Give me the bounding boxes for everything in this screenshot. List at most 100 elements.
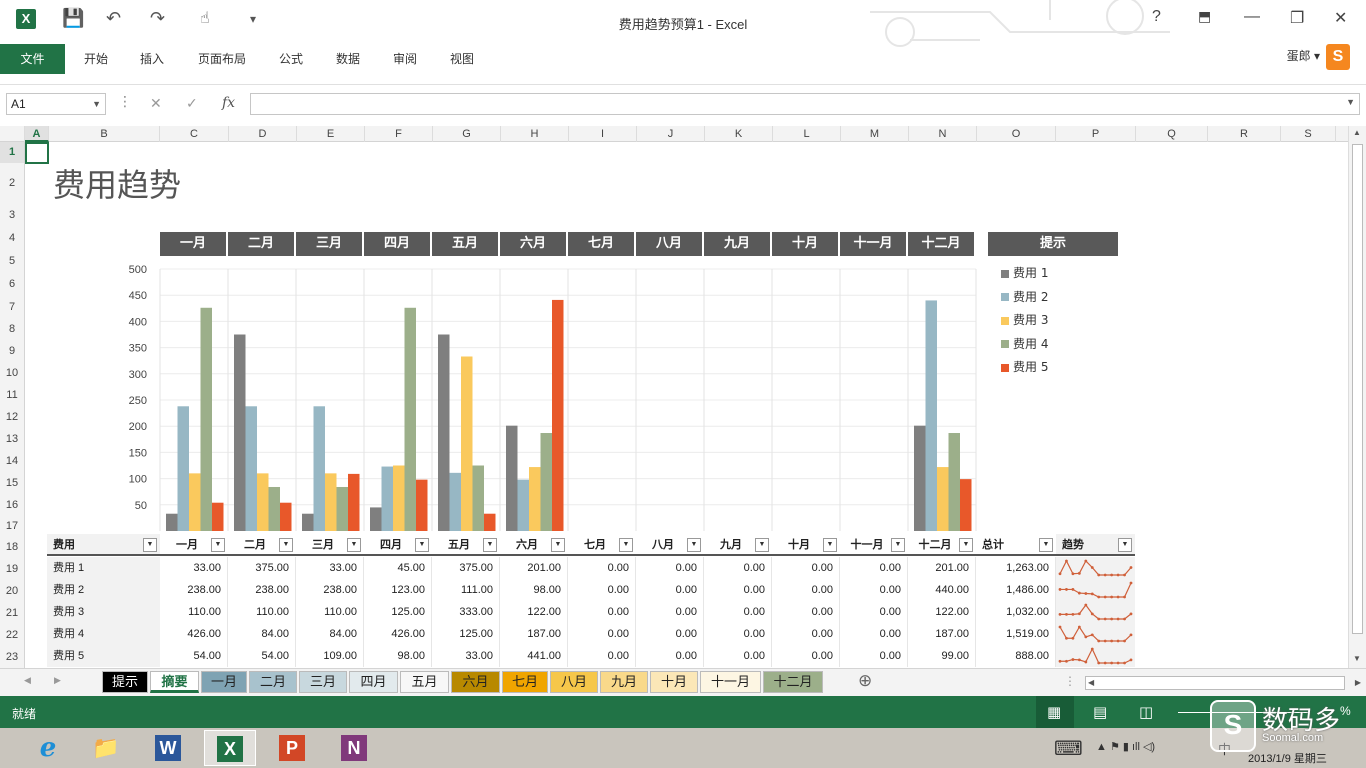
value-cell[interactable]: 333.00 [432,601,500,623]
row-header-10[interactable]: 10 [0,362,24,384]
user-avatar[interactable]: S [1326,44,1350,70]
filter-dropdown-icon[interactable]: ▼ [279,538,293,552]
add-sheet-button[interactable]: ⊕ [858,671,872,691]
word-taskbar-icon[interactable]: W [142,730,194,766]
row-header-7[interactable]: 7 [0,296,24,319]
value-cell[interactable]: 201.00 [500,557,568,579]
scroll-left-icon[interactable]: ◀ [1088,678,1094,687]
value-cell[interactable]: 45.00 [364,557,432,579]
value-cell[interactable]: 0.00 [772,601,840,623]
value-cell[interactable]: 125.00 [432,623,500,645]
select-all-corner[interactable] [0,126,25,142]
row-header-14[interactable]: 14 [0,450,24,472]
row-name-cell[interactable]: 费用 4 [47,623,160,645]
value-cell[interactable]: 123.00 [364,579,432,601]
sheet-tab-13[interactable]: 十一月 [700,671,761,693]
value-cell[interactable]: 187.00 [908,623,976,645]
page-break-view-icon[interactable]: ◫ [1139,703,1153,721]
worksheet[interactable]: 费用趋势 一月 二月 三月 四月 五月 六月 七月 八月 九月 十月 十一月 十二月 提示 50 100… [25,142,1348,668]
cancel-icon[interactable]: ✕ [150,95,162,112]
row-header-12[interactable]: 12 [0,406,24,428]
value-cell[interactable]: 110.00 [160,601,228,623]
value-cell[interactable]: 111.00 [432,579,500,601]
minimize-button[interactable]: — [1244,8,1260,26]
value-cell[interactable]: 0.00 [840,579,908,601]
filter-dropdown-icon[interactable]: ▼ [551,538,565,552]
column-header-J[interactable]: J [637,126,705,142]
sparkline-cell[interactable] [1056,579,1135,601]
filter-dropdown-icon[interactable]: ▼ [415,538,429,552]
sheet-tab-3[interactable]: 一月 [201,671,247,693]
row-header-15[interactable]: 15 [0,472,24,494]
filter-dropdown-icon[interactable]: ▼ [619,538,633,552]
value-cell[interactable]: 426.00 [364,623,432,645]
value-cell[interactable]: 33.00 [160,557,228,579]
value-cell[interactable]: 441.00 [500,645,568,667]
vertical-scrollbar[interactable]: ▲ ▼ [1348,126,1366,668]
scroll-thumb[interactable] [1352,144,1363,634]
tab-review[interactable]: 审阅 [389,44,421,74]
sheet-tab-2[interactable]: 摘要 [150,671,199,693]
value-cell[interactable]: 0.00 [840,645,908,667]
column-header-S[interactable]: S [1281,126,1336,142]
value-cell[interactable]: 0.00 [636,623,704,645]
close-button[interactable]: ✕ [1334,8,1347,28]
column-header-E[interactable]: E [297,126,365,142]
sheet-tab-8[interactable]: 六月 [451,671,500,693]
normal-view-icon[interactable]: ▦ [1047,703,1061,721]
value-cell[interactable]: 84.00 [296,623,364,645]
filter-dropdown-icon[interactable]: ▼ [1039,538,1053,552]
row-header-20[interactable]: 20 [0,580,24,602]
column-header-G[interactable]: G [433,126,501,142]
value-cell[interactable]: 238.00 [160,579,228,601]
value-cell[interactable]: 0.00 [568,645,636,667]
filter-dropdown-icon[interactable]: ▼ [1118,538,1132,552]
value-cell[interactable]: 0.00 [704,623,772,645]
value-cell[interactable]: 54.00 [228,645,296,667]
filter-dropdown-icon[interactable]: ▼ [687,538,701,552]
column-header-B[interactable]: B [49,126,160,142]
row-header-17[interactable]: 17 [0,516,24,537]
row-header-23[interactable]: 23 [0,646,24,668]
keyboard-icon[interactable]: ⌨ [1054,736,1083,761]
row-header-18[interactable]: 18 [0,537,24,558]
value-cell[interactable]: 98.00 [364,645,432,667]
sheet-tab-11[interactable]: 九月 [600,671,648,693]
value-cell[interactable]: 0.00 [772,623,840,645]
tab-page-layout[interactable]: 页面布局 [194,44,250,74]
row-header-22[interactable]: 22 [0,624,24,646]
column-header-H[interactable]: H [501,126,569,142]
ribbon-display-options-button[interactable]: ⬒ [1198,8,1211,25]
next-sheet-icon[interactable]: ▶ [54,675,61,686]
more-options-icon[interactable]: ⋮ [118,93,132,110]
sheet-tab-10[interactable]: 八月 [550,671,598,693]
restore-button[interactable]: ❐ [1290,8,1304,28]
tab-view[interactable]: 视图 [446,44,478,74]
value-cell[interactable]: 110.00 [296,601,364,623]
value-cell[interactable]: 187.00 [500,623,568,645]
value-cell[interactable]: 238.00 [296,579,364,601]
value-cell[interactable]: 0.00 [704,579,772,601]
value-cell[interactable]: 33.00 [432,645,500,667]
column-header-A[interactable]: A [25,126,49,142]
value-cell[interactable]: 440.00 [908,579,976,601]
row-name-cell[interactable]: 费用 3 [47,601,160,623]
value-cell[interactable]: 0.00 [772,579,840,601]
value-cell[interactable]: 0.00 [840,557,908,579]
filter-dropdown-icon[interactable]: ▼ [755,538,769,552]
value-cell[interactable]: 122.00 [500,601,568,623]
formula-input[interactable]: ▼ [250,93,1360,115]
row-header-6[interactable]: 6 [0,273,24,296]
row-header-11[interactable]: 11 [0,384,24,406]
tab-data[interactable]: 数据 [332,44,364,74]
sheet-tab-12[interactable]: 十月 [650,671,698,693]
row-header-1[interactable]: 1 [0,142,24,163]
value-cell[interactable]: 0.00 [840,623,908,645]
value-cell[interactable]: 109.00 [296,645,364,667]
expand-formula-icon[interactable]: ▼ [1346,97,1355,107]
date-display[interactable]: 2013/1/9 星期三 [1248,750,1327,766]
value-cell[interactable]: 0.00 [568,623,636,645]
filter-dropdown-icon[interactable]: ▼ [891,538,905,552]
value-cell[interactable]: 201.00 [908,557,976,579]
column-header-K[interactable]: K [705,126,773,142]
